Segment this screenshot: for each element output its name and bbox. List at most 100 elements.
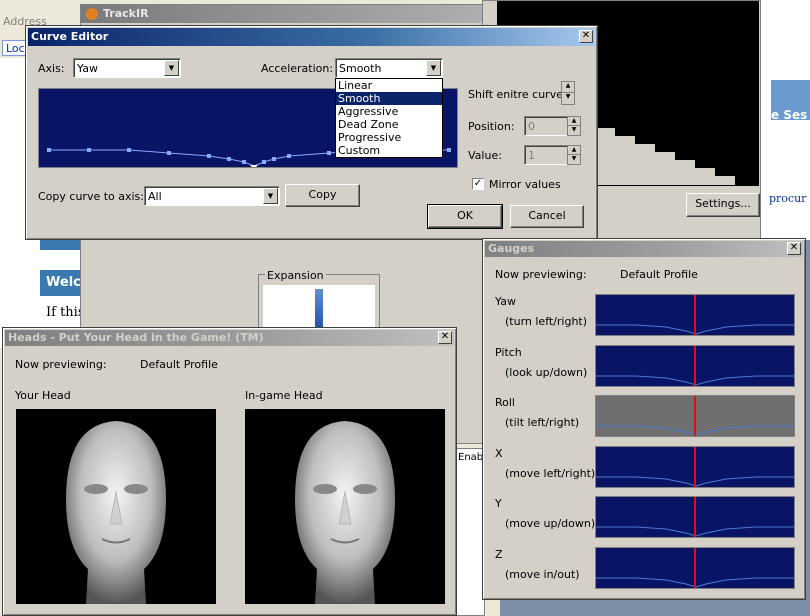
acceleration-option[interactable]: Custom [336, 144, 442, 157]
right-link-text[interactable]: procur [769, 192, 806, 205]
gauge-description: (move up/down) [505, 517, 596, 530]
expansion-arrow-icon [315, 289, 323, 331]
curve-point [47, 148, 51, 152]
if-this-text: If this [46, 305, 85, 320]
mirror-label: Mirror values [489, 178, 561, 191]
spin-down-icon[interactable]: ▼ [562, 93, 574, 104]
curve-point [327, 151, 331, 155]
loc-tab: Loc [2, 40, 26, 56]
heads-title: Heads - Put Your Head in the Game! (TM) [8, 331, 264, 344]
spin-up-icon[interactable]: ▲ [568, 146, 580, 155]
trackir-title: TrackIR [103, 7, 149, 20]
gauge-graph [595, 546, 795, 589]
curve-point [272, 157, 276, 161]
acceleration-option[interactable]: Aggressive [336, 105, 442, 118]
chevron-down-icon: ▼ [164, 60, 179, 76]
ingame-head-label: In-game Head [245, 389, 323, 402]
spin-up-icon[interactable]: ▲ [562, 82, 574, 93]
curve-center-marker [250, 165, 258, 169]
shift-spinner[interactable]: ▲ ▼ [561, 81, 575, 105]
chevron-down-icon: ▼ [263, 188, 278, 204]
curve-point [127, 148, 131, 152]
curve-editor-titlebar: Curve Editor ✕ [28, 28, 595, 46]
your-head-view [16, 409, 216, 604]
trackir-logo-icon [86, 8, 98, 20]
copy-label: Copy curve to axis: [38, 190, 144, 203]
gauge-description: (move left/right) [505, 466, 596, 480]
ingame-head-view [245, 409, 445, 604]
curve-point [87, 148, 91, 152]
gauge-name: X [495, 446, 503, 460]
gauge-graph [595, 294, 795, 336]
gauges-titlebar: Gauges ✕ [485, 241, 803, 257]
gauge-name: Y [495, 497, 502, 510]
expansion-label: Expansion [265, 269, 326, 282]
position-label: Position: [468, 120, 515, 133]
gauge-name: Pitch [495, 345, 522, 359]
gauge-graph [595, 496, 795, 538]
spin-up-icon[interactable]: ▲ [568, 117, 580, 126]
axis-label: Axis: [38, 62, 65, 75]
gauges-close-button[interactable]: ✕ [787, 242, 801, 255]
gauge-description: (look up/down) [505, 365, 588, 379]
acceleration-option[interactable]: Linear [336, 79, 442, 92]
spin-down-icon[interactable]: ▼ [568, 126, 580, 135]
heads-titlebar: Heads - Put Your Head in the Game! (TM) … [5, 330, 454, 346]
gauge-description: (tilt left/right) [505, 416, 580, 429]
heads-window: Heads - Put Your Head in the Game! (TM) … [2, 327, 457, 616]
trackir-titlebar: TrackIR [81, 5, 499, 23]
gauges-preview-value: Default Profile [620, 268, 698, 281]
acceleration-option[interactable]: Dead Zone [336, 118, 442, 131]
gauge-name: Z [495, 547, 503, 561]
copy-button[interactable]: Copy [285, 184, 360, 207]
expansion-preview [263, 285, 375, 331]
gauge-graph [595, 445, 795, 488]
expansion-group: Expansion [258, 269, 380, 334]
gauge-graph [595, 344, 795, 387]
curve-point [242, 160, 246, 164]
axis-select[interactable]: Yaw ▼ [73, 58, 181, 78]
lower-middle-bg: Enab [455, 448, 485, 616]
your-head-label: Your Head [15, 389, 71, 402]
mirror-checkbox[interactable]: ✓ [472, 178, 484, 190]
chevron-down-icon: ▼ [426, 60, 441, 76]
gauge-graph [595, 395, 795, 437]
gauge-name: Yaw [495, 295, 516, 308]
heads-preview-value: Default Profile [140, 358, 218, 371]
spin-down-icon[interactable]: ▼ [568, 155, 580, 164]
head-model-icon [295, 421, 395, 604]
value-field[interactable]: 1 [524, 145, 568, 165]
curve-point [287, 154, 291, 158]
gauges-title: Gauges [488, 242, 535, 255]
curve-point [167, 151, 171, 155]
curve-editor-title: Curve Editor [31, 30, 109, 43]
value-label: Value: [468, 149, 502, 162]
copy-axis-select[interactable]: All ▼ [144, 186, 280, 206]
settings-button[interactable]: Settings... [686, 193, 760, 217]
ok-button[interactable]: OK [427, 204, 503, 229]
acceleration-option[interactable]: Progressive [336, 131, 442, 144]
curve-point [227, 157, 231, 161]
curve-editor-close-button[interactable]: ✕ [579, 30, 593, 43]
gauge-description: (move in/out) [505, 567, 580, 581]
heads-close-button[interactable]: ✕ [438, 331, 452, 344]
position-spinner[interactable]: ▲ ▼ [567, 116, 581, 136]
curve-point [207, 154, 211, 158]
gauge-name: Roll [495, 396, 515, 409]
acceleration-select[interactable]: Smooth ▼ [335, 58, 443, 78]
gauges-preview-label: Now previewing: [495, 268, 587, 281]
curve-point [262, 160, 266, 164]
curve-editor-window: Curve Editor ✕ Axis: Yaw ▼ Acceleration:… [25, 25, 598, 240]
value-spinner[interactable]: ▲ ▼ [567, 145, 581, 165]
head-model-icon [66, 421, 166, 604]
camera-staircase-shape [575, 120, 735, 185]
shift-label: Shift enitre curve: [468, 88, 567, 101]
position-field[interactable]: 0 [524, 116, 568, 136]
acceleration-option[interactable]: Smooth [336, 92, 442, 105]
heads-preview-label: Now previewing: [15, 358, 107, 371]
right-panel-text: e Ses [771, 108, 808, 122]
gauge-description: (turn left/right) [505, 315, 588, 328]
welcome-text: Welc [46, 275, 81, 290]
cancel-button[interactable]: Cancel [510, 205, 584, 228]
acceleration-dropdown-list[interactable]: Linear Smooth Aggressive Dead Zone Progressi… [335, 78, 443, 158]
